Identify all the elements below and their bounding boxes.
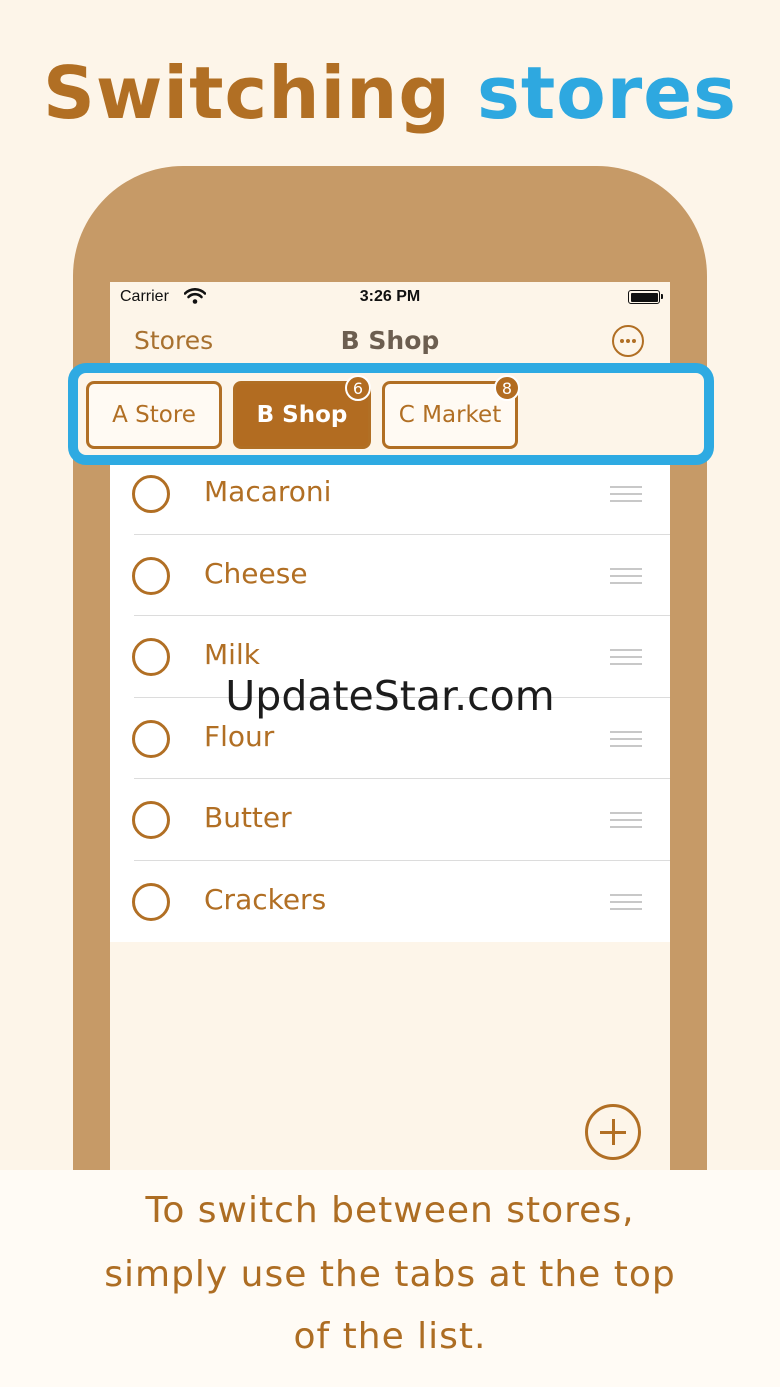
clock: 3:26 PM [359, 288, 421, 305]
tab-label: B Shop [256, 402, 348, 428]
checkbox-circle-icon[interactable] [132, 475, 170, 513]
drag-handle-icon[interactable] [610, 730, 642, 747]
checkbox-circle-icon[interactable] [132, 556, 170, 595]
tab-label: A Store [112, 402, 196, 428]
item-name: Flour [204, 719, 275, 753]
item-name: Cheese [204, 556, 308, 590]
tab-label: C Market [398, 402, 502, 428]
battery-icon [628, 290, 663, 304]
list-item[interactable]: Cheese [110, 535, 670, 616]
caption-line-1: To switch between stores, [145, 1190, 635, 1231]
add-item-icon[interactable] [585, 1104, 641, 1160]
tab-a-store[interactable]: A Store [86, 381, 222, 449]
tab-count-badge: 8 [494, 375, 520, 401]
watermark: UpdateStar.com [225, 672, 555, 720]
drag-handle-icon[interactable] [610, 649, 642, 665]
item-name: Butter [204, 801, 292, 834]
checkbox-circle-icon[interactable] [132, 882, 170, 921]
drag-handle-icon[interactable] [610, 486, 642, 502]
promo-headline: Switching stores [0, 48, 780, 138]
list-item[interactable]: Macaroni [110, 453, 670, 535]
item-name: Macaroni [204, 475, 332, 508]
status-bar: Carrier 3:26 PM [110, 282, 670, 312]
list-item[interactable]: Crackers [110, 861, 670, 943]
drag-handle-icon[interactable] [610, 812, 642, 828]
caption-line-3: of the list. [293, 1316, 487, 1357]
page-title: B Shop [340, 326, 440, 355]
item-name: Crackers [204, 882, 327, 916]
caption-panel: To switch between stores, simply use the… [0, 1170, 780, 1387]
caption-line-2: simply use the tabs at the top [104, 1254, 676, 1295]
navigation-bar: Stores B Shop [110, 322, 670, 366]
tab-count-badge: 6 [345, 375, 371, 401]
checkbox-circle-icon[interactable] [132, 801, 170, 839]
drag-handle-icon[interactable] [610, 893, 642, 910]
headline-word-2: stores [477, 51, 737, 135]
headline-word-1: Switching [43, 51, 451, 135]
drag-handle-icon[interactable] [610, 567, 642, 584]
item-name: Milk [204, 638, 260, 671]
list-item[interactable]: Butter [110, 779, 670, 861]
more-options-icon[interactable] [612, 325, 644, 357]
checkbox-circle-icon[interactable] [132, 638, 170, 676]
checkbox-circle-icon[interactable] [132, 719, 170, 758]
